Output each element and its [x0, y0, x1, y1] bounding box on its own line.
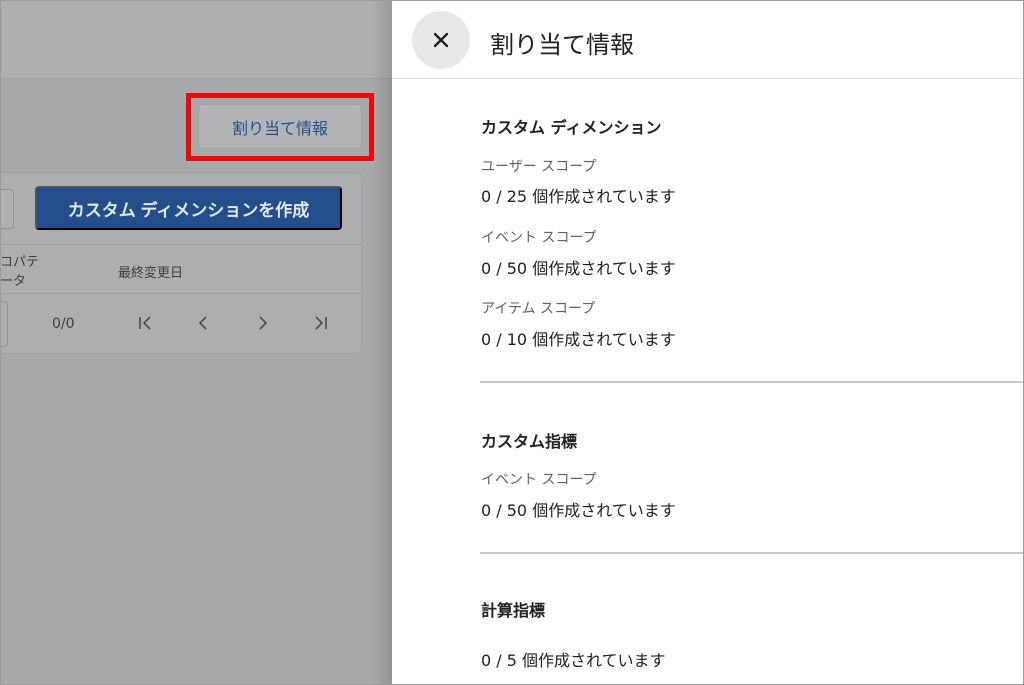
close-icon: [432, 31, 450, 49]
prev-page-icon[interactable]: [191, 311, 215, 335]
metric-event-scope-value: 0 / 50 個作成されています: [481, 501, 676, 520]
search-field-edge[interactable]: [0, 189, 14, 229]
item-scope-value: 0 / 10 個作成されています: [481, 330, 676, 349]
background-topbar: [0, 0, 392, 79]
section-title-custom-metrics: カスタム指標: [481, 432, 578, 451]
panel-title: 割り当て情報: [490, 31, 634, 59]
user-scope-value: 0 / 25 個作成されています: [481, 187, 676, 206]
background-page: 割り当て情報 カスタム ディメンションを作成 コパテ ータ 最終変更日 0/0: [0, 0, 392, 685]
last-page-icon[interactable]: [309, 311, 333, 335]
assignment-info-panel: 割り当て情報 カスタム ディメンション ユーザー スコープ 0 / 25 個作成…: [392, 0, 1024, 685]
column-header-property-line2[interactable]: ータ: [0, 270, 26, 289]
section-divider: [480, 552, 1024, 554]
column-header-last-modified[interactable]: 最終変更日: [118, 262, 183, 281]
table-header-divider-top: [0, 244, 361, 245]
pager-count: 0/0: [52, 316, 75, 332]
metric-event-scope-label: イベント スコープ: [481, 472, 597, 488]
table-header-divider-bottom: [0, 293, 361, 294]
event-scope-label: イベント スコープ: [481, 230, 597, 246]
column-header-property-line1[interactable]: コパテ: [0, 251, 39, 270]
first-page-icon[interactable]: [133, 311, 157, 335]
create-custom-dimension-button[interactable]: カスタム ディメンションを作成: [35, 186, 342, 230]
highlight-annotation-box: [186, 93, 374, 161]
section-title-custom-dimensions: カスタム ディメンション: [481, 118, 662, 137]
panel-header: 割り当て情報: [392, 0, 1024, 79]
item-scope-label: アイテム スコープ: [481, 301, 596, 317]
close-button[interactable]: [412, 11, 470, 69]
rows-per-page-select[interactable]: [0, 301, 8, 347]
next-page-icon[interactable]: [251, 311, 275, 335]
event-scope-value: 0 / 50 個作成されています: [481, 259, 676, 278]
section-title-calculated-metrics: 計算指標: [481, 601, 546, 620]
calculated-metrics-value: 0 / 5 個作成されています: [481, 651, 666, 670]
panel-shadow: [372, 0, 392, 685]
user-scope-label: ユーザー スコープ: [481, 159, 597, 175]
section-divider: [480, 381, 1024, 383]
